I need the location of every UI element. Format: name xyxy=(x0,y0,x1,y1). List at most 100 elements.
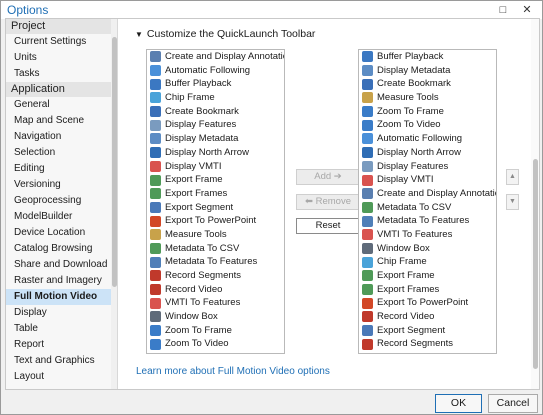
list-item[interactable]: Record Segments xyxy=(359,337,496,351)
sidebar-item-tasks[interactable]: Tasks xyxy=(6,66,117,82)
list-item[interactable]: Export Segment xyxy=(147,201,284,215)
list-item-label: Measure Tools xyxy=(165,228,227,240)
chip-frame-icon xyxy=(362,256,373,268)
list-item[interactable]: Zoom To Video xyxy=(147,337,284,351)
move-down-button[interactable]: ▼ xyxy=(506,194,519,210)
sidebar-item-report[interactable]: Report xyxy=(6,337,117,353)
list-item[interactable]: Export Frames xyxy=(147,187,284,201)
options-sidebar: Project Current Settings Units Tasks Applica… xyxy=(6,19,118,389)
list-item-label: Zoom To Frame xyxy=(377,105,444,117)
list-item[interactable]: Chip Frame xyxy=(359,255,496,269)
add-button[interactable]: Add ➔ xyxy=(296,169,360,185)
sidebar-item-raster-and-imagery[interactable]: Raster and Imagery xyxy=(6,273,117,289)
list-item-label: Display VMTI xyxy=(377,174,434,186)
sidebar-item-current-settings[interactable]: Current Settings xyxy=(6,34,117,50)
list-item-label: Measure Tools xyxy=(377,92,439,104)
learn-more-link[interactable]: Learn more about Full Motion Video optio… xyxy=(136,366,330,377)
ok-button[interactable]: OK xyxy=(435,394,482,413)
list-item[interactable]: VMTI To Features xyxy=(359,228,496,242)
sidebar-item-share-and-download[interactable]: Share and Download xyxy=(6,257,117,273)
sidebar-item-editing[interactable]: Editing xyxy=(6,161,117,177)
list-item[interactable]: Export To PowerPoint xyxy=(359,296,496,310)
sidebar-item-device-location[interactable]: Device Location xyxy=(6,225,117,241)
window-box-icon xyxy=(150,311,161,323)
list-item[interactable]: Record Video xyxy=(147,283,284,297)
metadata-icon xyxy=(362,65,373,77)
move-up-button[interactable]: ▲ xyxy=(506,169,519,185)
list-item[interactable]: Chip Frame xyxy=(147,91,284,105)
list-item-label: Display Metadata xyxy=(377,64,451,76)
list-item[interactable]: Export To PowerPoint xyxy=(147,214,284,228)
list-item[interactable]: Record Segments xyxy=(147,269,284,283)
list-item[interactable]: Display VMTI xyxy=(359,173,496,187)
list-item[interactable]: Zoom To Frame xyxy=(147,324,284,338)
list-item[interactable]: Create Bookmark xyxy=(147,105,284,119)
sidebar-item-units[interactable]: Units xyxy=(6,50,117,66)
list-item[interactable]: Display North Arrow xyxy=(147,146,284,160)
list-item[interactable]: Measure Tools xyxy=(147,228,284,242)
close-button[interactable]: ✕ xyxy=(516,2,538,18)
sidebar-item-full-motion-video[interactable]: Full Motion Video xyxy=(6,289,117,305)
reset-button[interactable]: Reset xyxy=(296,218,360,234)
sidebar-item-general[interactable]: General xyxy=(6,97,117,113)
list-item[interactable]: VMTI To Features xyxy=(147,296,284,310)
sidebar-item-display[interactable]: Display xyxy=(6,305,117,321)
sidebar-scrollbar[interactable] xyxy=(111,19,117,389)
list-item[interactable]: Export Frame xyxy=(359,269,496,283)
quicklaunch-tools-list[interactable]: Buffer Playback Display Metadata Create Bo… xyxy=(358,49,497,354)
sidebar-item-map-and-scene[interactable]: Map and Scene xyxy=(6,113,117,129)
features-icon xyxy=(362,160,373,172)
sidebar-item-modelbuilder[interactable]: ModelBuilder xyxy=(6,209,117,225)
list-item[interactable]: Create Bookmark xyxy=(359,77,496,91)
sidebar-item-table[interactable]: Table xyxy=(6,321,117,337)
remove-button[interactable]: ⬅ Remove xyxy=(296,194,360,210)
maximize-button[interactable]: □ xyxy=(492,2,514,18)
list-item[interactable]: Automatic Following xyxy=(147,64,284,78)
sidebar-item-geoprocessing[interactable]: Geoprocessing xyxy=(6,193,117,209)
sidebar-item-navigation[interactable]: Navigation xyxy=(6,129,117,145)
list-item-label: Record Segments xyxy=(165,270,242,281)
sidebar-item-catalog-browsing[interactable]: Catalog Browsing xyxy=(6,241,117,257)
list-item[interactable]: Export Segment xyxy=(359,324,496,338)
cancel-button[interactable]: Cancel xyxy=(488,394,538,413)
list-item-label: Record Video xyxy=(165,283,223,295)
list-item[interactable]: Metadata To CSV xyxy=(147,242,284,256)
list-item[interactable]: Measure Tools xyxy=(359,91,496,105)
list-item-label: Buffer Playback xyxy=(377,51,444,62)
list-item[interactable]: Create and Display Annotations xyxy=(359,187,496,201)
list-item[interactable]: Automatic Following xyxy=(359,132,496,146)
list-item[interactable]: Window Box xyxy=(359,242,496,256)
main-scroll-thumb[interactable] xyxy=(533,159,538,369)
zoom-video-icon xyxy=(150,338,161,350)
list-item[interactable]: Export Frames xyxy=(359,283,496,297)
record-video-icon xyxy=(150,284,161,296)
list-item[interactable]: Metadata To CSV xyxy=(359,201,496,215)
meta-features-icon xyxy=(362,215,373,227)
sidebar-item-versioning[interactable]: Versioning xyxy=(6,177,117,193)
list-item[interactable]: Display Metadata xyxy=(147,132,284,146)
list-item[interactable]: Display North Arrow xyxy=(359,146,496,160)
section-header[interactable]: ▼ Customize the QuickLaunch Toolbar xyxy=(135,28,315,40)
list-item[interactable]: Metadata To Features xyxy=(359,214,496,228)
sidebar-item-layout[interactable]: Layout xyxy=(6,369,117,385)
list-item[interactable]: Display Features xyxy=(359,160,496,174)
sidebar-item-selection[interactable]: Selection xyxy=(6,145,117,161)
list-item-label: Export Frame xyxy=(165,174,223,186)
list-item[interactable]: Create and Display Annotations xyxy=(147,50,284,64)
list-item[interactable]: Export Frame xyxy=(147,173,284,187)
sidebar-scroll-thumb[interactable] xyxy=(112,37,117,287)
list-item[interactable]: Display Metadata xyxy=(359,64,496,78)
list-item[interactable]: Zoom To Video xyxy=(359,118,496,132)
list-item[interactable]: Record Video xyxy=(359,310,496,324)
list-item[interactable]: Window Box xyxy=(147,310,284,324)
list-item[interactable]: Display VMTI xyxy=(147,160,284,174)
available-tools-list[interactable]: Create and Display Annotations Automatic … xyxy=(146,49,285,354)
list-item[interactable]: Metadata To Features xyxy=(147,255,284,269)
list-item[interactable]: Zoom To Frame xyxy=(359,105,496,119)
main-scrollbar[interactable] xyxy=(531,19,539,389)
sidebar-item-text-and-graphics[interactable]: Text and Graphics xyxy=(6,353,117,369)
dialog-title: Options xyxy=(7,3,49,17)
list-item[interactable]: Buffer Playback xyxy=(147,77,284,91)
list-item[interactable]: Buffer Playback xyxy=(359,50,496,64)
list-item[interactable]: Display Features xyxy=(147,118,284,132)
